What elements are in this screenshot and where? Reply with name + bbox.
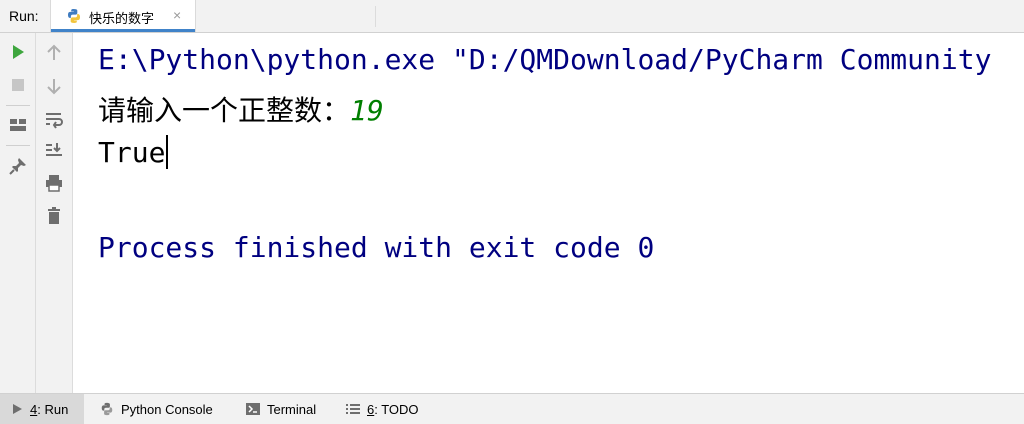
run-icon[interactable]: [8, 42, 28, 62]
stop-icon[interactable]: [8, 75, 28, 95]
console-actions-toolbar: [36, 33, 73, 393]
run-config-tab[interactable]: 快乐的数字 ×: [50, 0, 196, 32]
down-arrow-icon[interactable]: [44, 76, 64, 96]
bottom-tab-todo-label: : TODO: [374, 401, 419, 417]
run-tool-window-header: Run: 快乐的数字 ×: [0, 0, 1024, 33]
print-icon[interactable]: [44, 173, 64, 193]
layout-icon[interactable]: [8, 115, 28, 135]
text-caret: [166, 135, 169, 169]
soft-wrap-icon[interactable]: [44, 109, 64, 129]
scroll-to-end-icon[interactable]: [44, 140, 64, 160]
toolbar-divider: [6, 105, 30, 106]
header-divider: [375, 6, 376, 27]
trash-icon[interactable]: [44, 206, 64, 226]
prompt-text: 请输入一个正整数：: [98, 94, 351, 127]
bottom-tab-python-console[interactable]: Python Console: [100, 394, 213, 424]
run-triangle-icon: [13, 404, 22, 414]
toolbar-divider: [6, 145, 30, 146]
run-actions-toolbar: [0, 33, 36, 393]
bottom-tab-todo[interactable]: 6: TODO: [346, 394, 419, 424]
user-input-value: 19: [350, 94, 384, 127]
bottom-tab-todo-number: 6: [367, 401, 375, 417]
bottom-tab-python-console-label: Python Console: [121, 401, 213, 417]
terminal-icon: [246, 403, 260, 415]
up-arrow-icon[interactable]: [44, 43, 64, 63]
bottom-tab-terminal[interactable]: Terminal: [246, 394, 316, 424]
bottom-tab-run-label: : Run: [37, 401, 69, 417]
tab-title: 快乐的数字: [89, 12, 155, 27]
console-output[interactable]: E:\Python\python.exe "D:/QMDownload/PyCh…: [73, 33, 1024, 393]
python-icon: [68, 9, 80, 23]
command-line: E:\Python\python.exe "D:/QMDownload/PyCh…: [98, 43, 992, 76]
todo-icon: [346, 404, 360, 414]
tool-window-bar: 4: Run Python Console Terminal 6: TODO: [0, 393, 1024, 424]
python-icon: [101, 402, 113, 416]
run-label: Run:: [9, 8, 39, 24]
result-text: True: [98, 136, 166, 169]
pin-icon[interactable]: [8, 156, 28, 176]
input-prompt-line: 请输入一个正整数：19: [98, 89, 384, 129]
bottom-tab-run-number: 4: [30, 401, 38, 417]
result-line: True: [98, 135, 169, 169]
bottom-tab-run[interactable]: 4: Run: [0, 394, 84, 424]
close-icon[interactable]: ×: [173, 7, 181, 23]
exit-message: Process finished with exit code 0: [98, 231, 655, 264]
bottom-tab-terminal-label: Terminal: [267, 401, 317, 417]
